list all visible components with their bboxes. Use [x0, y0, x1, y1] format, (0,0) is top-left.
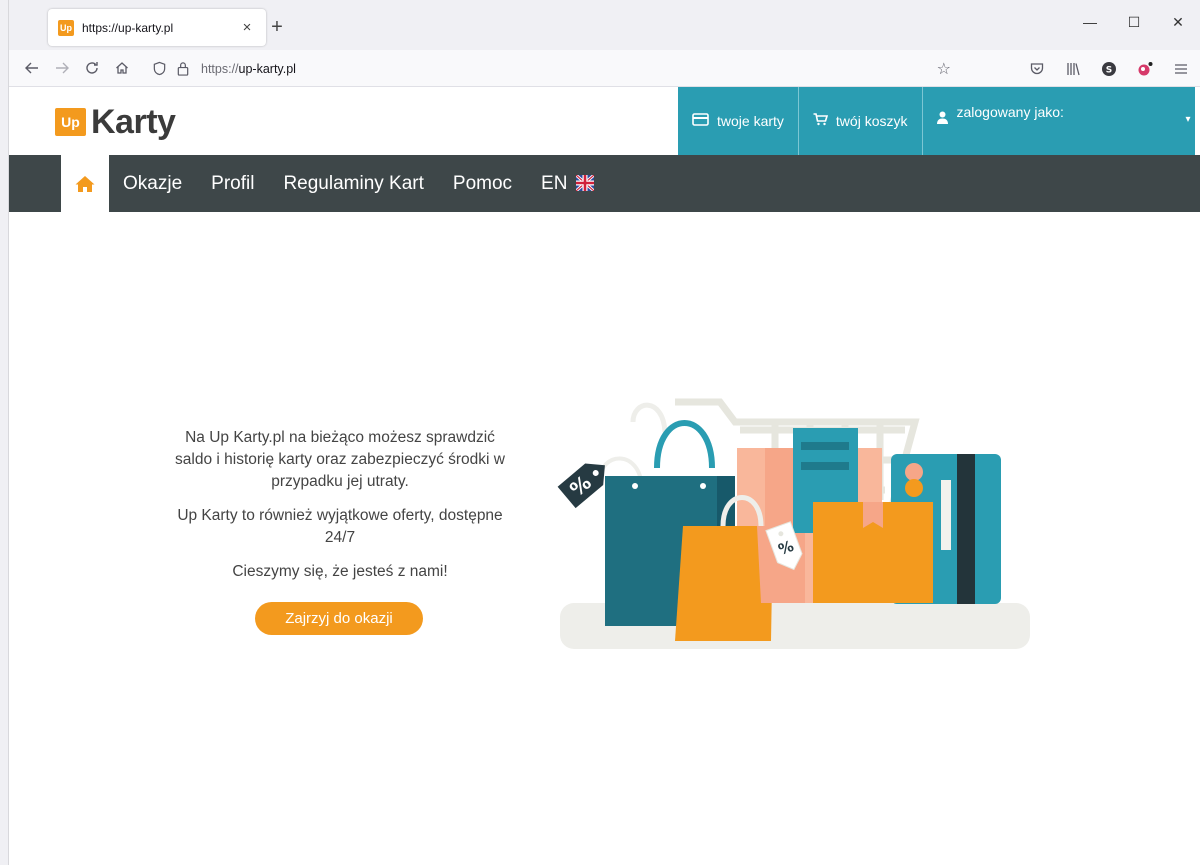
- shopping-illustration: % %: [557, 398, 1030, 649]
- your-cards-label: twoje karty: [717, 113, 784, 129]
- hero-paragraph-3: Cieszymy się, że jesteś z nami!: [232, 563, 448, 580]
- card-icon: [692, 113, 709, 129]
- menu-item-okazje[interactable]: Okazje: [123, 173, 182, 195]
- shield-icon[interactable]: [147, 54, 171, 84]
- browser-tab[interactable]: Up https://up-karty.pl ×: [48, 9, 266, 46]
- window-controls: — ☐ ✕: [1068, 12, 1200, 32]
- lock-icon[interactable]: [171, 54, 195, 84]
- cart-icon: [813, 113, 828, 129]
- chevron-down-icon: ▾: [1185, 114, 1191, 125]
- new-tab-button[interactable]: +: [266, 17, 288, 37]
- logo-box: Up: [55, 108, 86, 136]
- favicon-icon: Up: [58, 19, 74, 36]
- close-window-button[interactable]: ✕: [1156, 12, 1200, 32]
- up-karty-logo[interactable]: Up Karty: [55, 103, 176, 141]
- menu-item-profil[interactable]: Profil: [211, 173, 254, 195]
- site-header: Up Karty twoje karty twój koszyk zalogow…: [9, 87, 1200, 155]
- hero-text: Na Up Karty.pl na bieżąco możesz sprawdz…: [170, 427, 510, 595]
- url-text[interactable]: https://up-karty.pl: [201, 62, 296, 76]
- hero-paragraph-2: Up Karty to również wyjątkowe oferty, do…: [177, 507, 503, 546]
- profile-s-icon[interactable]: S: [1094, 54, 1124, 84]
- user-dropdown[interactable]: zalogowany jako: ▾: [922, 87, 1195, 155]
- tab-title: https://up-karty.pl: [82, 20, 174, 35]
- see-deals-button[interactable]: Zajrzyj do okazji: [255, 602, 423, 635]
- forward-icon[interactable]: [47, 53, 77, 83]
- minimize-button[interactable]: —: [1068, 12, 1112, 32]
- home-icon[interactable]: [107, 53, 137, 83]
- hero-paragraph-1: Na Up Karty.pl na bieżąco możesz sprawdz…: [175, 429, 505, 490]
- tab-close-icon[interactable]: ×: [238, 19, 256, 36]
- pocket-icon[interactable]: [1022, 54, 1052, 84]
- menu-item-pomoc[interactable]: Pomoc: [453, 173, 512, 195]
- menu-items: Okazje Profil Regulaminy Kart Pomoc EN: [123, 155, 623, 212]
- logged-in-label: zalogowany jako:: [956, 104, 1064, 120]
- menu-item-language[interactable]: EN: [541, 173, 594, 195]
- browser-nav-bar: https://up-karty.pl ☆ S: [9, 50, 1200, 87]
- header-links: twoje karty twój koszyk zalogowany jako:…: [678, 87, 1195, 155]
- maximize-button[interactable]: ☐: [1112, 12, 1156, 32]
- browser-tab-bar: Up https://up-karty.pl × + — ☐ ✕: [9, 0, 1200, 50]
- user-icon: [936, 111, 948, 127]
- menu-hamburger-icon[interactable]: [1166, 54, 1196, 84]
- main-menu: Okazje Profil Regulaminy Kart Pomoc EN: [9, 155, 1200, 212]
- uk-flag-icon: [575, 174, 594, 191]
- your-cards-link[interactable]: twoje karty: [678, 87, 799, 155]
- browser-toolbar: S: [1022, 54, 1196, 84]
- window-frame: [0, 0, 9, 865]
- reload-icon[interactable]: [77, 53, 107, 83]
- extension-icon[interactable]: [1130, 54, 1160, 84]
- logo-text: Karty: [91, 103, 176, 141]
- bookmark-star-icon[interactable]: ☆: [937, 59, 951, 79]
- home-icon: [75, 175, 95, 192]
- library-icon[interactable]: [1058, 54, 1088, 84]
- menu-item-regulaminy[interactable]: Regulaminy Kart: [283, 173, 423, 195]
- svg-text:S: S: [1106, 66, 1112, 76]
- menu-home-button[interactable]: [61, 155, 109, 212]
- your-cart-label: twój koszyk: [835, 113, 908, 129]
- back-icon[interactable]: [17, 53, 47, 83]
- your-cart-link[interactable]: twój koszyk: [798, 87, 923, 155]
- address-bar[interactable]: https://up-karty.pl ☆: [147, 53, 957, 84]
- language-label: EN: [541, 172, 568, 194]
